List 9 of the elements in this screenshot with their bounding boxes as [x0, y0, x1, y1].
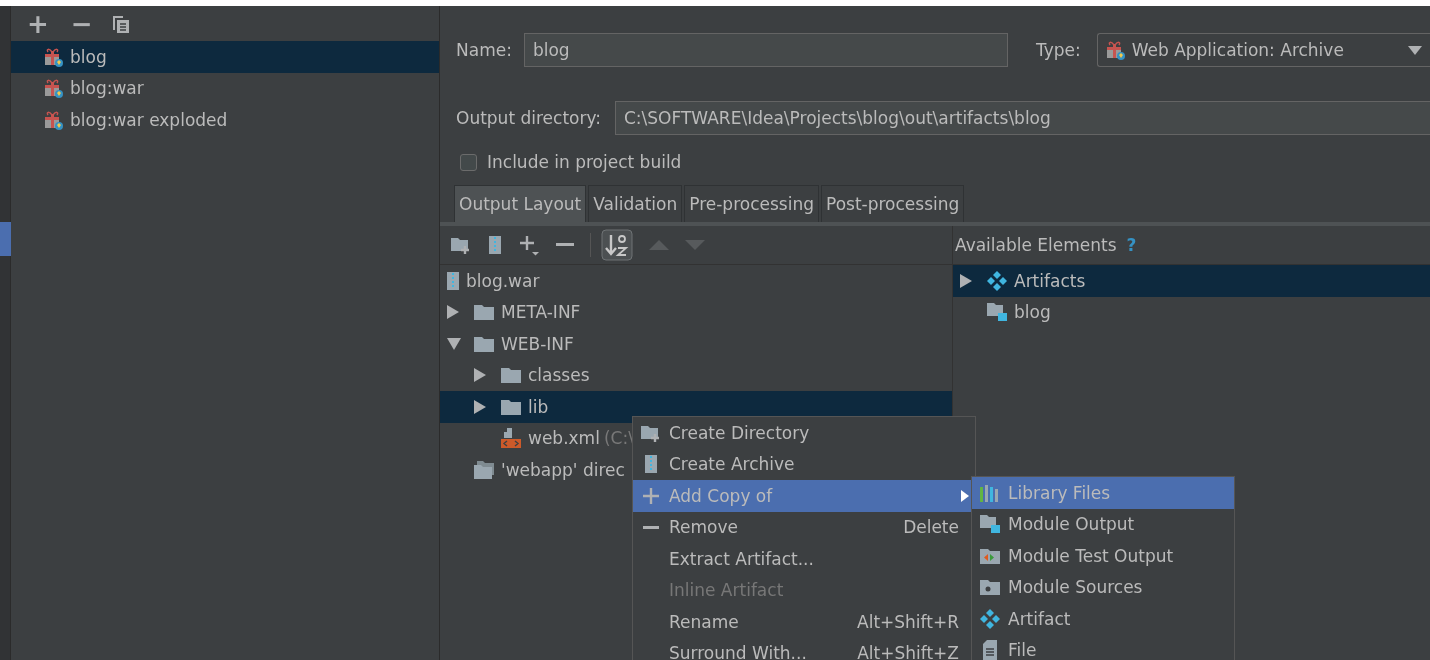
shortcut-label: Delete [903, 517, 959, 538]
name-label: Name: [456, 40, 512, 60]
type-label: Type: [1035, 40, 1081, 60]
shortcut-label: Alt+Shift+Z [857, 643, 959, 660]
output-directory-label: Output directory: [456, 108, 601, 128]
include-build-label: Include in project build [487, 152, 682, 172]
available-elements-title: Available Elements [955, 235, 1117, 255]
shortcut-label: Alt+Shift+R [857, 611, 959, 632]
type-value: Web Application: Archive [1131, 40, 1344, 60]
